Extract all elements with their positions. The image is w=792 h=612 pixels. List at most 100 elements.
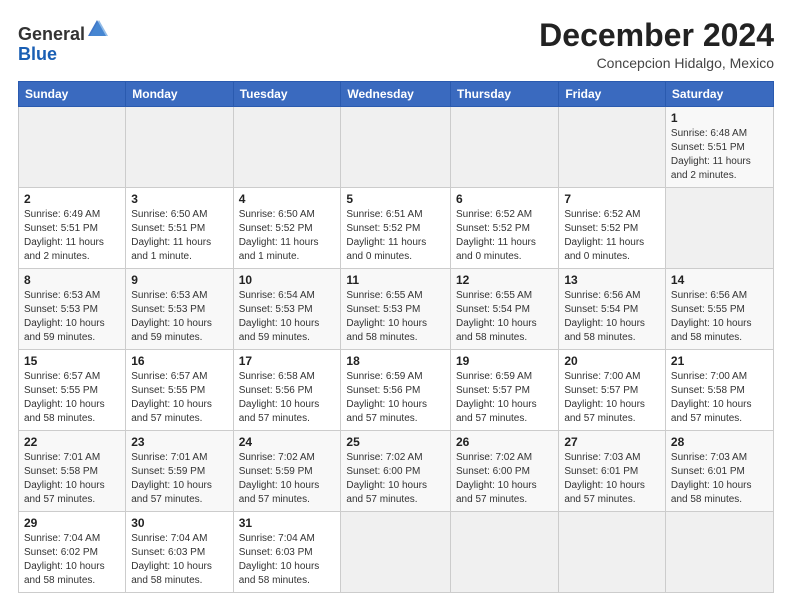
calendar-cell [233, 107, 341, 188]
sunrise-label: Sunrise: 6:59 AM [346, 371, 422, 382]
sunrise-label: Sunrise: 6:51 AM [346, 209, 422, 220]
sunset-label: Sunset: 5:54 PM [456, 304, 530, 315]
day-info: Sunrise: 6:57 AM Sunset: 5:55 PM Dayligh… [24, 370, 120, 426]
calendar-cell [450, 512, 558, 593]
day-number: 12 [456, 273, 553, 287]
sunset-label: Sunset: 5:56 PM [346, 385, 420, 396]
sunrise-label: Sunrise: 7:02 AM [239, 452, 315, 463]
calendar-cell: 6 Sunrise: 6:52 AM Sunset: 5:52 PM Dayli… [450, 188, 558, 269]
calendar-cell [665, 188, 773, 269]
day-info: Sunrise: 6:50 AM Sunset: 5:52 PM Dayligh… [239, 208, 336, 264]
calendar-cell: 15 Sunrise: 6:57 AM Sunset: 5:55 PM Dayl… [19, 350, 126, 431]
calendar-week-3: 8 Sunrise: 6:53 AM Sunset: 5:53 PM Dayli… [19, 269, 774, 350]
day-number: 7 [564, 192, 660, 206]
day-info: Sunrise: 7:02 AM Sunset: 6:00 PM Dayligh… [346, 451, 445, 507]
sunrise-label: Sunrise: 7:03 AM [564, 452, 640, 463]
calendar-cell: 9 Sunrise: 6:53 AM Sunset: 5:53 PM Dayli… [126, 269, 233, 350]
daylight-label: Daylight: 11 hours and 1 minute. [239, 237, 319, 262]
sunrise-label: Sunrise: 7:03 AM [671, 452, 747, 463]
sunset-label: Sunset: 5:53 PM [131, 304, 205, 315]
daylight-label: Daylight: 10 hours and 58 minutes. [24, 399, 105, 424]
day-info: Sunrise: 7:01 AM Sunset: 5:58 PM Dayligh… [24, 451, 120, 507]
sunrise-label: Sunrise: 6:57 AM [24, 371, 100, 382]
day-info: Sunrise: 6:59 AM Sunset: 5:57 PM Dayligh… [456, 370, 553, 426]
sunrise-label: Sunrise: 6:55 AM [346, 290, 422, 301]
page: General Blue December 2024 Concepcion Hi… [0, 0, 792, 612]
day-header-thursday: Thursday [450, 82, 558, 107]
sunset-label: Sunset: 6:03 PM [131, 547, 205, 558]
daylight-label: Daylight: 10 hours and 58 minutes. [131, 561, 212, 586]
daylight-label: Daylight: 10 hours and 58 minutes. [24, 561, 105, 586]
day-info: Sunrise: 6:54 AM Sunset: 5:53 PM Dayligh… [239, 289, 336, 345]
logo: General Blue [18, 18, 105, 65]
day-info: Sunrise: 6:55 AM Sunset: 5:53 PM Dayligh… [346, 289, 445, 345]
sunset-label: Sunset: 5:52 PM [346, 223, 420, 234]
day-number: 4 [239, 192, 336, 206]
daylight-label: Daylight: 10 hours and 57 minutes. [131, 399, 212, 424]
day-number: 19 [456, 354, 553, 368]
daylight-label: Daylight: 10 hours and 57 minutes. [346, 480, 427, 505]
sunset-label: Sunset: 5:53 PM [346, 304, 420, 315]
day-number: 18 [346, 354, 445, 368]
calendar-cell [559, 512, 666, 593]
day-info: Sunrise: 6:52 AM Sunset: 5:52 PM Dayligh… [456, 208, 553, 264]
calendar-cell: 11 Sunrise: 6:55 AM Sunset: 5:53 PM Dayl… [341, 269, 451, 350]
calendar-table: SundayMondayTuesdayWednesdayThursdayFrid… [18, 81, 774, 593]
day-info: Sunrise: 7:00 AM Sunset: 5:58 PM Dayligh… [671, 370, 768, 426]
sunrise-label: Sunrise: 7:02 AM [456, 452, 532, 463]
sunset-label: Sunset: 6:02 PM [24, 547, 98, 558]
calendar-cell: 16 Sunrise: 6:57 AM Sunset: 5:55 PM Dayl… [126, 350, 233, 431]
calendar-cell [450, 107, 558, 188]
logo-icon [86, 18, 108, 40]
calendar-cell: 26 Sunrise: 7:02 AM Sunset: 6:00 PM Dayl… [450, 431, 558, 512]
sunset-label: Sunset: 6:01 PM [564, 466, 638, 477]
daylight-label: Daylight: 10 hours and 57 minutes. [564, 480, 645, 505]
daylight-label: Daylight: 10 hours and 57 minutes. [346, 399, 427, 424]
calendar-cell: 21 Sunrise: 7:00 AM Sunset: 5:58 PM Dayl… [665, 350, 773, 431]
title-block: December 2024 Concepcion Hidalgo, Mexico [539, 18, 774, 71]
calendar-cell: 20 Sunrise: 7:00 AM Sunset: 5:57 PM Dayl… [559, 350, 666, 431]
daylight-label: Daylight: 11 hours and 2 minutes. [671, 156, 751, 181]
day-info: Sunrise: 6:52 AM Sunset: 5:52 PM Dayligh… [564, 208, 660, 264]
calendar-header-row: SundayMondayTuesdayWednesdayThursdayFrid… [19, 82, 774, 107]
sunrise-label: Sunrise: 7:00 AM [564, 371, 640, 382]
calendar-cell: 23 Sunrise: 7:01 AM Sunset: 5:59 PM Dayl… [126, 431, 233, 512]
calendar-cell: 29 Sunrise: 7:04 AM Sunset: 6:02 PM Dayl… [19, 512, 126, 593]
sunrise-label: Sunrise: 6:49 AM [24, 209, 100, 220]
calendar-cell: 4 Sunrise: 6:50 AM Sunset: 5:52 PM Dayli… [233, 188, 341, 269]
sunset-label: Sunset: 5:52 PM [456, 223, 530, 234]
day-info: Sunrise: 6:56 AM Sunset: 5:55 PM Dayligh… [671, 289, 768, 345]
sunset-label: Sunset: 5:55 PM [131, 385, 205, 396]
sunset-label: Sunset: 5:54 PM [564, 304, 638, 315]
sunset-label: Sunset: 5:55 PM [24, 385, 98, 396]
daylight-label: Daylight: 10 hours and 59 minutes. [131, 318, 212, 343]
sunrise-label: Sunrise: 6:56 AM [671, 290, 747, 301]
daylight-label: Daylight: 10 hours and 58 minutes. [346, 318, 427, 343]
day-info: Sunrise: 7:02 AM Sunset: 5:59 PM Dayligh… [239, 451, 336, 507]
logo-text: General [18, 18, 105, 45]
daylight-label: Daylight: 11 hours and 0 minutes. [564, 237, 644, 262]
day-number: 22 [24, 435, 120, 449]
sunset-label: Sunset: 5:51 PM [131, 223, 205, 234]
day-number: 29 [24, 516, 120, 530]
daylight-label: Daylight: 10 hours and 58 minutes. [239, 561, 320, 586]
sunset-label: Sunset: 5:59 PM [239, 466, 313, 477]
day-number: 11 [346, 273, 445, 287]
day-info: Sunrise: 6:57 AM Sunset: 5:55 PM Dayligh… [131, 370, 227, 426]
day-number: 17 [239, 354, 336, 368]
calendar-cell: 18 Sunrise: 6:59 AM Sunset: 5:56 PM Dayl… [341, 350, 451, 431]
daylight-label: Daylight: 11 hours and 0 minutes. [456, 237, 536, 262]
daylight-label: Daylight: 10 hours and 59 minutes. [24, 318, 105, 343]
sunrise-label: Sunrise: 6:58 AM [239, 371, 315, 382]
calendar-cell: 22 Sunrise: 7:01 AM Sunset: 5:58 PM Dayl… [19, 431, 126, 512]
calendar-cell: 24 Sunrise: 7:02 AM Sunset: 5:59 PM Dayl… [233, 431, 341, 512]
day-number: 3 [131, 192, 227, 206]
calendar-week-2: 2 Sunrise: 6:49 AM Sunset: 5:51 PM Dayli… [19, 188, 774, 269]
day-info: Sunrise: 6:49 AM Sunset: 5:51 PM Dayligh… [24, 208, 120, 264]
sunset-label: Sunset: 5:57 PM [564, 385, 638, 396]
calendar-cell [341, 512, 451, 593]
day-header-tuesday: Tuesday [233, 82, 341, 107]
calendar-week-5: 22 Sunrise: 7:01 AM Sunset: 5:58 PM Dayl… [19, 431, 774, 512]
sunset-label: Sunset: 6:00 PM [346, 466, 420, 477]
day-info: Sunrise: 6:55 AM Sunset: 5:54 PM Dayligh… [456, 289, 553, 345]
